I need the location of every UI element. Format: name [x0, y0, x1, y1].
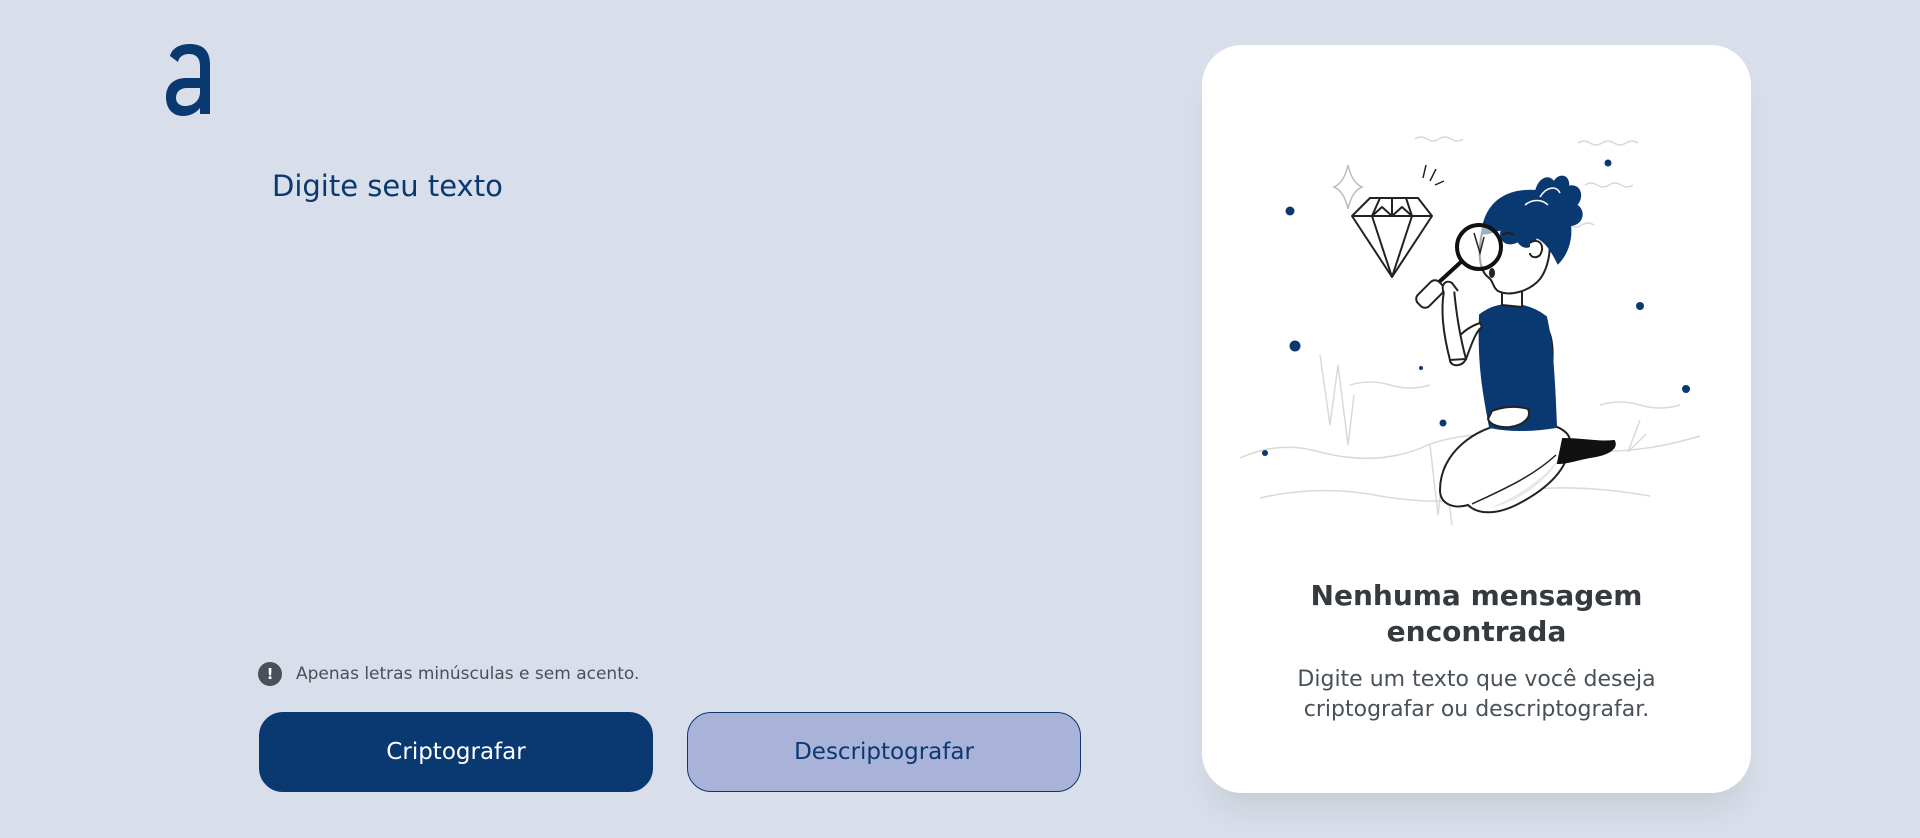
input-hint: ! Apenas letras minúsculas e sem acento.	[258, 662, 639, 686]
decrypt-button[interactable]: Descriptografar	[687, 712, 1081, 792]
hint-text: Apenas letras minúsculas e sem acento.	[296, 664, 640, 684]
page: ! Apenas letras minúsculas e sem acento.…	[0, 0, 1920, 838]
person-with-magnifier-illustration	[1240, 136, 1701, 526]
encrypt-button[interactable]: Criptografar	[259, 712, 653, 792]
empty-state-description: Digite um texto que você deseja criptogr…	[1297, 667, 1656, 722]
alura-logo-icon[interactable]	[166, 44, 214, 116]
exclamation-icon: !	[258, 662, 282, 686]
output-panel: Nenhuma mensagem encontrada Digite um te…	[1202, 45, 1751, 793]
empty-state-title: Nenhuma mensagem encontrada	[1310, 579, 1643, 648]
message-input[interactable]	[272, 168, 1052, 638]
